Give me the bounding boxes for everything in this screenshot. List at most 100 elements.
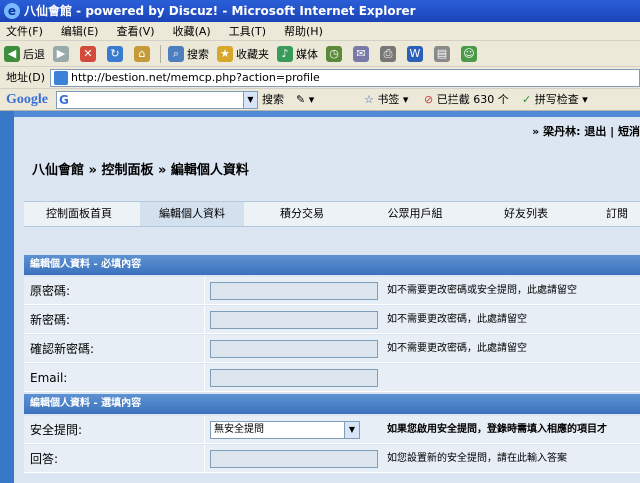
menu-edit[interactable]: 编辑(E) (55, 22, 105, 40)
spellcheck-button[interactable]: ✓ 拼写检查 ▾ (522, 92, 588, 108)
optional-section-header: 編輯個人資料 - 選填內容 (24, 394, 640, 414)
address-url: http://bestion.net/memcp.php?action=prof… (71, 71, 320, 84)
menu-bar: 文件(F) 编辑(E) 查看(V) 收藏(A) 工具(T) 帮助(H) (0, 22, 640, 41)
confirm-password-input[interactable] (210, 340, 378, 358)
address-input[interactable]: http://bestion.net/memcp.php?action=prof… (50, 69, 640, 87)
security-question-select[interactable]: 無安全提問 ▼ (210, 421, 360, 439)
discuss-button[interactable]: ▤ (430, 42, 457, 66)
menu-view[interactable]: 查看(V) (110, 22, 160, 40)
old-password-hint: 如不需要更改密碼或安全提問，此處請留空 (387, 285, 577, 296)
google-search-button[interactable]: 搜索 (262, 92, 284, 108)
google-tools-icon[interactable]: ✎ ▾ (296, 92, 314, 108)
spellcheck-label: 拼写检查 (534, 93, 579, 106)
media-icon: ♪ (277, 46, 293, 62)
messenger-button[interactable]: ☺ (457, 42, 484, 66)
security-question-hint: 如果您啟用安全提問，登錄時需填入相應的項目才 (387, 424, 607, 435)
security-question-value: 無安全提問 (214, 424, 264, 435)
home-button[interactable]: ⌂ (130, 42, 157, 66)
home-icon: ⌂ (134, 46, 150, 62)
popup-blocker-button[interactable]: ⊘ 已拦截 630 个 (424, 92, 509, 108)
answer-input[interactable] (210, 450, 378, 468)
back-arrow-icon: ◀ (4, 46, 20, 62)
form-row-answer: 回答: 如您設置新的安全提問，請在此輸入答案 (24, 445, 640, 473)
google-search-input[interactable]: G ▼ (56, 91, 258, 109)
stop-icon: ✕ (80, 46, 96, 62)
address-label: 地址(D) (6, 71, 46, 84)
discuss-icon: ▤ (434, 46, 450, 62)
bookmarks-label: 书签 (377, 93, 400, 106)
form-row-old-password: 原密碼: 如不需要更改密碼或安全提問，此處請留空 (24, 277, 640, 305)
window-title: 八仙會館 - powered by Discuz! - Microsoft In… (24, 4, 416, 18)
popup-blocker-label: 已拦截 630 个 (436, 93, 509, 106)
mail-icon: ✉ (353, 46, 369, 62)
page-left-border (0, 111, 14, 483)
favorites-star-icon: ★ (217, 46, 233, 62)
menu-tools[interactable]: 工具(T) (223, 22, 272, 40)
mail-button[interactable]: ✉ (349, 42, 376, 66)
menu-file[interactable]: 文件(F) (0, 22, 49, 40)
media-button[interactable]: ♪ 媒体 (273, 42, 322, 66)
tab-credits-trade[interactable]: 積分交易 (250, 202, 354, 226)
print-button[interactable]: ⎙ (376, 42, 403, 66)
tab-home[interactable]: 控制面板首頁 (24, 202, 134, 226)
history-button[interactable]: ◷ (322, 42, 349, 66)
popup-blocker-icon: ⊘ (424, 93, 434, 106)
page-icon (54, 71, 68, 85)
breadcrumb[interactable]: 八仙會館 » 控制面板 » 編輯個人資料 (32, 159, 249, 178)
back-label: 后退 (23, 48, 45, 61)
tab-subscriptions[interactable]: 訂閱 (582, 202, 640, 226)
cell-divider (204, 364, 205, 392)
word-icon: W (407, 46, 423, 62)
email-label: Email: (30, 371, 68, 385)
header-strip (14, 111, 640, 117)
tab-edit-profile[interactable]: 編輯個人資料 (140, 202, 244, 226)
old-password-label: 原密碼: (30, 284, 71, 298)
confirm-password-label: 確認新密碼: (30, 342, 95, 356)
history-icon: ◷ (326, 46, 342, 62)
old-password-input[interactable] (210, 282, 378, 300)
chevron-down-icon[interactable]: ▼ (243, 92, 257, 108)
control-panel-tabs: 控制面板首頁 編輯個人資料 積分交易 公眾用戶組 好友列表 訂閱 (24, 201, 640, 227)
tab-public-groups[interactable]: 公眾用戶組 (360, 202, 470, 226)
new-password-label: 新密碼: (30, 313, 71, 327)
stop-button[interactable]: ✕ (76, 42, 103, 66)
toolbar: ◀ 后退 ▶ ✕ ↻ ⌂ ⌕ 搜索 ★ 收藏夹 ♪ 媒体 ◷ ✉ ⎙ W ▤ ☺ (0, 41, 640, 67)
form-row-security-question: 安全提問: 無安全提問 ▼ 如果您啟用安全提問，登錄時需填入相應的項目才 (24, 416, 640, 444)
new-password-input[interactable] (210, 311, 378, 329)
cell-divider (204, 445, 205, 473)
search-label: 搜索 (187, 48, 209, 61)
new-password-hint: 如不需要更改密碼，此處請留空 (387, 314, 527, 325)
security-question-label: 安全提問: (30, 423, 83, 437)
chevron-down-icon[interactable]: ▼ (344, 422, 359, 438)
confirm-password-hint: 如不需要更改密碼，此處請留空 (387, 343, 527, 354)
answer-hint: 如您設置新的安全提問，請在此輸入答案 (387, 453, 567, 464)
cell-divider (204, 277, 205, 305)
cell-divider (204, 416, 205, 444)
required-section-header: 編輯個人資料 - 必填內容 (24, 255, 640, 275)
tab-friends[interactable]: 好友列表 (476, 202, 576, 226)
ie-icon: e (4, 3, 20, 19)
form-row-confirm-password: 確認新密碼: 如不需要更改密碼，此處請留空 (24, 335, 640, 363)
menu-help[interactable]: 帮助(H) (278, 22, 329, 40)
bookmark-star-icon: ☆ (364, 93, 374, 106)
search-button[interactable]: ⌕ 搜索 (164, 42, 213, 66)
user-line[interactable]: » 梁丹林: 退出 | 短消 (532, 123, 640, 139)
answer-label: 回答: (30, 452, 59, 466)
google-toolbar: Google G ▼ 搜索 ✎ ▾ ☆ 书签 ▾ ⊘ 已拦截 630 个 ✓ 拼… (0, 89, 640, 111)
search-icon: ⌕ (168, 46, 184, 62)
forward-arrow-icon: ▶ (53, 46, 69, 62)
favorites-button[interactable]: ★ 收藏夹 (213, 42, 273, 66)
refresh-button[interactable]: ↻ (103, 42, 130, 66)
address-bar: 地址(D) http://bestion.net/memcp.php?actio… (0, 67, 640, 89)
back-button[interactable]: ◀ 后退 (0, 42, 49, 66)
cell-divider (204, 335, 205, 363)
form-row-email: Email: (24, 364, 640, 392)
forward-button[interactable]: ▶ (49, 42, 76, 66)
media-label: 媒体 (296, 48, 318, 61)
menu-favorites[interactable]: 收藏(A) (167, 22, 217, 40)
browser-viewport: » 梁丹林: 退出 | 短消 八仙會館 » 控制面板 » 編輯個人資料 控制面板… (0, 111, 640, 483)
email-input[interactable] (210, 369, 378, 387)
edit-button[interactable]: W (403, 42, 430, 66)
bookmarks-button[interactable]: ☆ 书签 ▾ (364, 92, 408, 108)
cell-divider (204, 306, 205, 334)
